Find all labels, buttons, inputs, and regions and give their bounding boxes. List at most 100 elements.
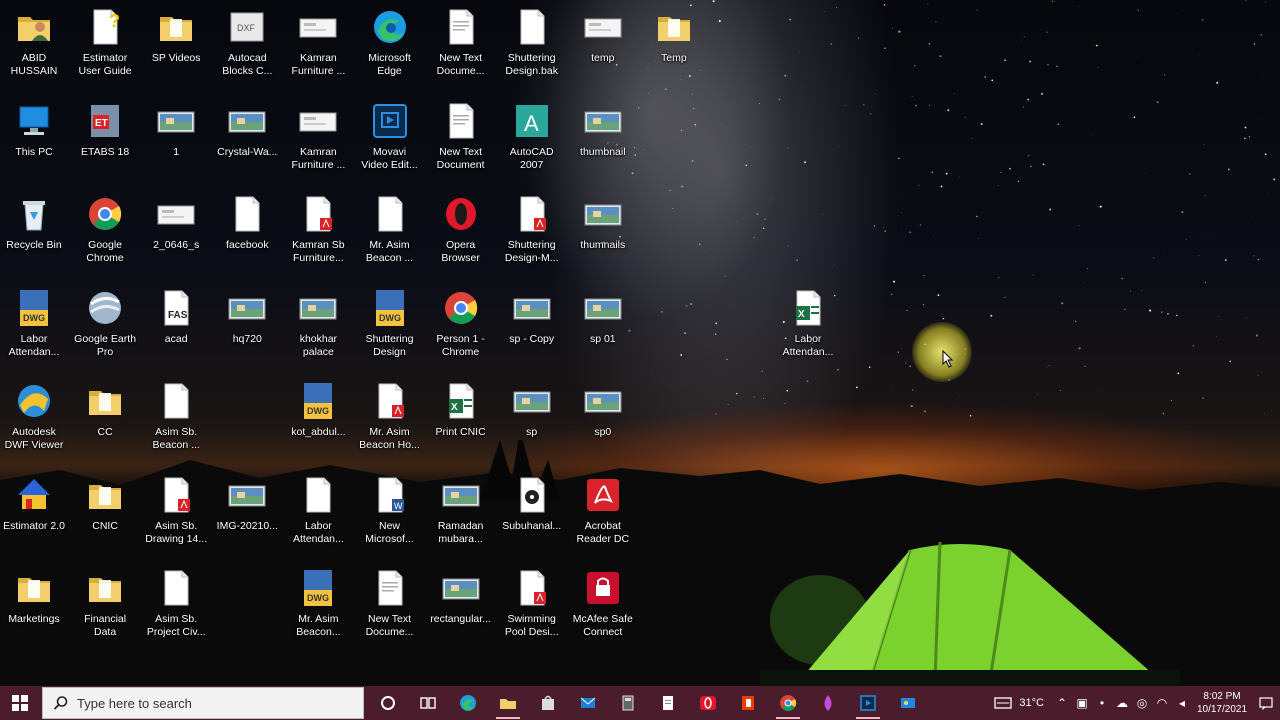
desktop-icon[interactable]: khokhar palace <box>280 284 356 372</box>
desktop-icon[interactable]: Temp <box>636 3 712 91</box>
desktop-icon[interactable]: Movavi Video Edit... <box>352 97 428 185</box>
desktop-icon[interactable]: A AutoCAD 2007 <box>494 97 570 185</box>
pdf-file-icon <box>368 379 412 423</box>
desktop-icon[interactable]: Shuttering Design-M... <box>494 190 570 278</box>
desktop-icon[interactable]: Asim Sb. Drawing 14... <box>138 471 214 559</box>
desktop-icon[interactable]: X Print CNIC <box>423 377 499 465</box>
desktop-icon[interactable]: sp - Copy <box>494 284 570 372</box>
desktop-icon[interactable]: Autodesk DWF Viewer <box>0 377 72 465</box>
movavi-icon <box>860 695 876 711</box>
taskbar-app-button[interactable] <box>768 686 808 720</box>
desktop-icon[interactable]: New Text Document <box>423 97 499 185</box>
desktop-background[interactable]: ABID HUSSAIN? Estimator User Guide SP Vide… <box>0 0 1280 686</box>
desktop-icon[interactable]: DXF Autocad Blocks C... <box>209 3 285 91</box>
desktop-icon[interactable]: Opera Browser <box>423 190 499 278</box>
taskbar-app-button[interactable] <box>448 686 488 720</box>
desktop-icon[interactable]: Mr. Asim Beacon ... <box>352 190 428 278</box>
temperature-readout[interactable]: 31°C <box>1019 697 1044 709</box>
taskbar-app-button[interactable] <box>528 686 568 720</box>
desktop-icon[interactable]: Kamran Furniture ... <box>280 97 356 185</box>
desktop-icon[interactable]: thumnails <box>565 190 641 278</box>
desktop-icon[interactable]: McAfee Safe Connect <box>565 564 641 652</box>
desktop-icon[interactable]: DWG Mr. Asim Beacon... <box>280 564 356 652</box>
desktop-icon[interactable]: 1 <box>138 97 214 185</box>
clock[interactable]: 8:02 PM 10/17/2021 <box>1192 690 1252 716</box>
desktop-icon[interactable]: DWG kot_abdul... <box>280 377 356 465</box>
taskbar-search-box[interactable]: Type here to search <box>42 687 364 719</box>
desktop-icon[interactable]: DWG Labor Attendan... <box>0 284 72 372</box>
desktop-icon-label: sp - Copy <box>509 332 555 345</box>
folder-icon <box>12 566 56 610</box>
weather-icon[interactable] <box>991 686 1015 720</box>
volume-icon[interactable]: ◂ <box>1172 686 1192 720</box>
desktop-icon[interactable]: Labor Attendan... <box>280 471 356 559</box>
desktop-icon[interactable]: CNIC <box>67 471 143 559</box>
start-button[interactable] <box>0 686 40 720</box>
desktop-icon[interactable]: DWG Shuttering Design <box>352 284 428 372</box>
desktop-icon[interactable]: Google Earth Pro <box>67 284 143 372</box>
desktop-icon[interactable]: Estimator 2.0 <box>0 471 72 559</box>
desktop-icon[interactable]: Mr. Asim Beacon Ho... <box>352 377 428 465</box>
photo-thumb-icon <box>581 99 625 143</box>
desktop-icon[interactable]: This PC <box>0 97 72 185</box>
desktop-icon[interactable]: Kamran Furniture ... <box>280 3 356 91</box>
desktop-icon[interactable]: thumbnail <box>565 97 641 185</box>
taskbar-app-button[interactable] <box>728 686 768 720</box>
microphone-icon[interactable]: • <box>1092 686 1112 720</box>
chevron-up-icon[interactable]: ⌃ <box>1052 686 1072 720</box>
desktop-icon[interactable]: Ramadan mubara... <box>423 471 499 559</box>
wifi-icon[interactable]: ◠ <box>1152 686 1172 720</box>
desktop-icon[interactable]: Shuttering Design.bak <box>494 3 570 91</box>
cloud-icon[interactable]: ☁ <box>1112 686 1132 720</box>
desktop-icon[interactable]: New Text Docume... <box>352 564 428 652</box>
desktop-icon[interactable]: SP Videos <box>138 3 214 91</box>
desktop-icon[interactable]: facebook <box>209 190 285 278</box>
taskbar-app-button[interactable] <box>888 686 928 720</box>
desktop-icon[interactable]: hq720 <box>209 284 285 372</box>
taskbar-app-button[interactable] <box>688 686 728 720</box>
desktop-icon[interactable]: ABID HUSSAIN <box>0 3 72 91</box>
desktop-icon[interactable]: Asim Sb. Beacon ... <box>138 377 214 465</box>
desktop-icon[interactable]: Person 1 - Chrome <box>423 284 499 372</box>
taskbar-app-button[interactable] <box>368 686 408 720</box>
desktop-icon[interactable]: temp <box>565 3 641 91</box>
taskbar-app-button[interactable] <box>408 686 448 720</box>
estimator-icon <box>12 473 56 517</box>
desktop-icon[interactable]: Financial Data <box>67 564 143 652</box>
taskbar-app-button[interactable] <box>808 686 848 720</box>
dwg-file-icon: DWG <box>368 286 412 330</box>
globe-icon[interactable]: ◎ <box>1132 686 1152 720</box>
desktop-icon[interactable]: sp 01 <box>565 284 641 372</box>
desktop-icon[interactable]: ET ETABS 18 <box>67 97 143 185</box>
desktop-icon[interactable]: Microsoft Edge <box>352 3 428 91</box>
desktop-icon[interactable]: Recycle Bin <box>0 190 72 278</box>
taskbar-app-button[interactable] <box>608 686 648 720</box>
desktop-icon[interactable]: sp <box>494 377 570 465</box>
desktop-icon[interactable]: Acrobat Reader DC <box>565 471 641 559</box>
desktop-icon[interactable]: Google Chrome <box>67 190 143 278</box>
task-view-icon <box>420 697 436 709</box>
desktop-icon[interactable]: 2_0646_s <box>138 190 214 278</box>
taskbar-app-button[interactable] <box>488 686 528 720</box>
taskbar-app-button[interactable] <box>648 686 688 720</box>
desktop-icon[interactable]: ? Estimator User Guide <box>67 3 143 91</box>
desktop-icon[interactable]: CC <box>67 377 143 465</box>
desktop-icon-label: New Text Docume... <box>436 52 485 77</box>
desktop-icon[interactable]: sp0 <box>565 377 641 465</box>
desktop-icon[interactable]: Crystal-Wa... <box>209 97 285 185</box>
taskbar-app-button[interactable] <box>848 686 888 720</box>
notifications-icon[interactable] <box>1252 686 1280 720</box>
desktop-icon[interactable]: FAS acad <box>138 284 214 372</box>
network-icon[interactable]: ▣ <box>1072 686 1092 720</box>
desktop-icon[interactable]: rectangular... <box>423 564 499 652</box>
desktop-icon[interactable]: X Labor Attendan... <box>770 284 846 372</box>
desktop-icon[interactable]: Marketings <box>0 564 72 652</box>
desktop-icon[interactable]: Asim Sb. Project Civ... <box>138 564 214 652</box>
taskbar-app-button[interactable] <box>568 686 608 720</box>
desktop-icon[interactable]: W New Microsof... <box>352 471 428 559</box>
desktop-icon[interactable]: New Text Docume... <box>423 3 499 91</box>
desktop-icon[interactable]: Subuhanal... <box>494 471 570 559</box>
desktop-icon[interactable]: IMG-20210... <box>209 471 285 559</box>
desktop-icon[interactable]: Swimming Pool Desi... <box>494 564 570 652</box>
desktop-icon[interactable]: Kamran Sb Furniture... <box>280 190 356 278</box>
